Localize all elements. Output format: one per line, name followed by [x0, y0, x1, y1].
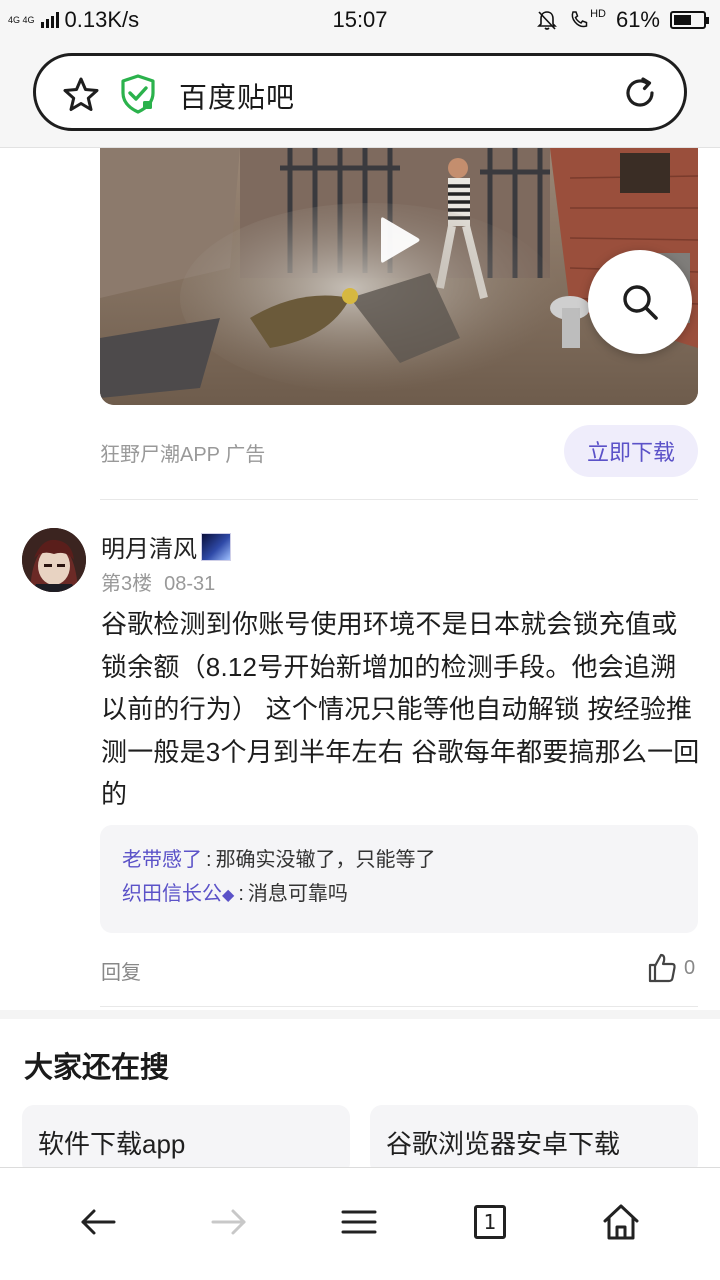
- status-right: HD 61%: [536, 7, 709, 33]
- address-bar[interactable]: 百度贴吧: [33, 53, 687, 131]
- battery-percent: 61%: [615, 7, 660, 32]
- ad-source-label: 狂野尸潮APP 广告: [100, 444, 266, 466]
- post-author[interactable]: 明月清风: [101, 529, 231, 564]
- avatar-image: [22, 528, 86, 592]
- reply-author[interactable]: 老带感了: [122, 849, 202, 871]
- shield-check-icon[interactable]: [120, 74, 156, 114]
- phone-icon: [571, 11, 588, 28]
- network-type: 4G 4G: [8, 14, 35, 25]
- mute-bell-icon: [537, 11, 557, 30]
- avatar[interactable]: [22, 528, 86, 592]
- play-icon[interactable]: [378, 214, 422, 266]
- related-search-title: 大家还在搜: [24, 1052, 170, 1084]
- reply-button[interactable]: 回复: [101, 956, 141, 985]
- browser-toolbar: 百度贴吧: [0, 40, 720, 148]
- ad-video[interactable]: [100, 148, 698, 405]
- reply-list[interactable]: 老带感了: 那确实没辙了，只能等了 织田信长公◆: 消息可靠吗: [100, 825, 698, 933]
- home-icon: [603, 1204, 639, 1240]
- divider: [100, 1006, 698, 1007]
- tabs-icon: 1: [474, 1205, 506, 1239]
- post-body: 谷歌检测到你账号使用环境不是日本就会锁充值或锁余额（8.12号开始新增加的检测手…: [101, 609, 700, 809]
- tabs-button[interactable]: 1: [466, 1198, 514, 1246]
- back-arrow-icon: [81, 1209, 116, 1235]
- forward-arrow-icon: [211, 1209, 246, 1235]
- status-bar: 4G 4G 0.13K/s 15:07 HD 61%: [0, 0, 720, 40]
- diamond-icon: ◆: [222, 887, 235, 904]
- divider: [100, 499, 698, 500]
- hd-call-indicator: HD: [568, 9, 606, 31]
- author-name[interactable]: 明月清风: [101, 529, 197, 564]
- reply-separator: :: [206, 849, 212, 871]
- page-title[interactable]: 百度贴吧: [179, 76, 295, 116]
- reply-item[interactable]: 老带感了: 那确实没辙了，只能等了: [122, 843, 676, 877]
- video-search-button[interactable]: [588, 250, 692, 354]
- battery-icon: [670, 11, 709, 29]
- related-search-item[interactable]: 谷歌浏览器安卓下载: [370, 1105, 698, 1175]
- bottom-nav: 1: [0, 1167, 720, 1280]
- thumbs-up-icon[interactable]: [646, 952, 678, 984]
- menu-button[interactable]: [335, 1198, 383, 1246]
- star-icon[interactable]: [62, 76, 100, 114]
- reply-author[interactable]: 织田信长公: [122, 883, 222, 905]
- post-date: 08-31: [164, 573, 216, 595]
- search-icon: [623, 285, 658, 320]
- related-search-item[interactable]: 软件下载app: [22, 1105, 350, 1175]
- forward-button[interactable]: [205, 1198, 253, 1246]
- hd-label: HD: [590, 8, 606, 20]
- section-gap: [0, 1010, 720, 1019]
- floor-number: 第3楼: [101, 573, 153, 595]
- author-badge-icon: [201, 532, 231, 561]
- like-count: 0: [684, 957, 696, 979]
- battery-level: [674, 15, 692, 25]
- reply-text: 那确实没辙了，只能等了: [215, 849, 436, 871]
- network-speed: 0.13K/s: [64, 7, 140, 32]
- reply-text: 消息可靠吗: [247, 883, 348, 905]
- ad-download-button[interactable]: 立即下载: [564, 425, 698, 477]
- reply-separator: :: [238, 883, 244, 905]
- reload-icon[interactable]: [622, 75, 658, 111]
- back-button[interactable]: [74, 1198, 122, 1246]
- reply-item[interactable]: 织田信长公◆: 消息可靠吗: [122, 877, 676, 911]
- signal-icon: [40, 12, 59, 28]
- home-button[interactable]: [597, 1198, 645, 1246]
- post-meta: 第3楼 08-31: [101, 567, 215, 596]
- menu-icon: [341, 1210, 377, 1234]
- status-left: 4G 4G 0.13K/s: [8, 7, 139, 33]
